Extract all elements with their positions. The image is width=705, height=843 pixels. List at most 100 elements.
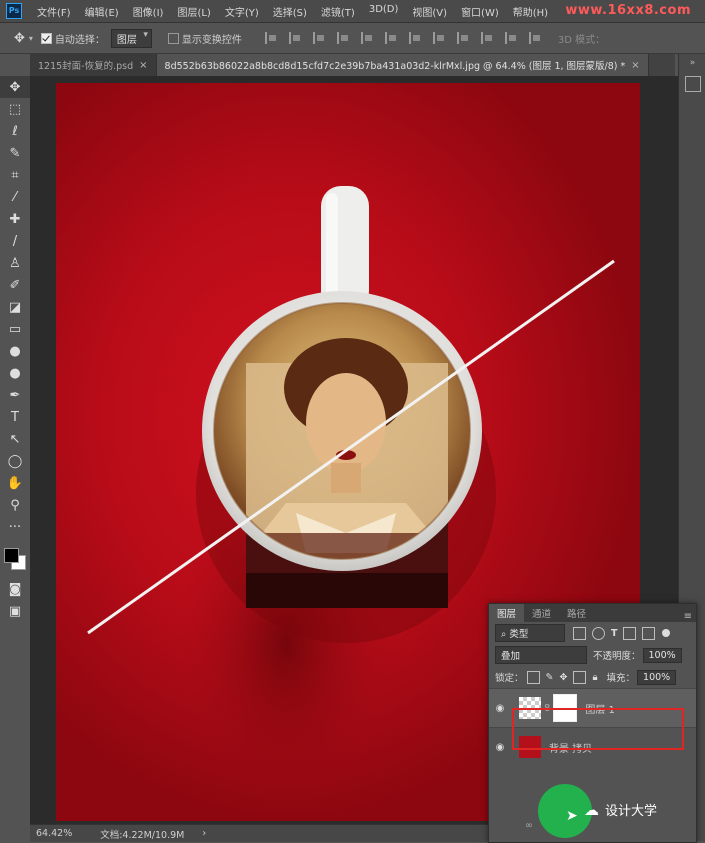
status-menu-arrow[interactable]: › xyxy=(202,828,206,839)
site-watermark: www.16xx8.com xyxy=(565,3,691,18)
menu-item[interactable]: 视图(V) xyxy=(405,4,454,19)
align-bottom-icon[interactable] xyxy=(312,32,327,44)
filter-pixel-icon[interactable] xyxy=(573,626,586,640)
tab-paths[interactable]: 路径 xyxy=(559,604,594,622)
distribute-top-icon[interactable] xyxy=(408,32,423,44)
menu-item[interactable]: 帮助(H) xyxy=(506,4,555,19)
menu-item[interactable]: 图像(I) xyxy=(126,4,171,19)
close-icon[interactable]: × xyxy=(631,60,639,71)
menu-items: 文件(F) 编辑(E) 图像(I) 图层(L) 文字(Y) 选择(S) 滤镜(T) 3D(D)… xyxy=(30,4,555,19)
history-panel-icon[interactable] xyxy=(685,76,701,92)
menu-item[interactable]: 窗口(W) xyxy=(454,4,506,19)
healing-tool-icon[interactable]: ✚ xyxy=(0,208,30,230)
lock-brush-icon[interactable]: ✎ xyxy=(546,672,554,683)
zoom-level[interactable]: 64.42% xyxy=(36,828,72,839)
blend-mode-dropdown[interactable]: 叠加 xyxy=(495,646,587,664)
collapse-icon[interactable]: » xyxy=(679,58,705,68)
history-brush-icon[interactable]: ✐ xyxy=(0,274,30,296)
tab-layers[interactable]: 图层 xyxy=(489,604,525,622)
link-layers-icon[interactable]: ∞ xyxy=(525,820,533,831)
tab-channels[interactable]: 通道 xyxy=(524,604,559,622)
menu-item[interactable]: 文字(Y) xyxy=(218,4,266,19)
show-transform-label: 显示变换控件 xyxy=(181,34,242,46)
align-vcenter-icon[interactable] xyxy=(288,32,303,44)
filter-smart-icon[interactable] xyxy=(642,626,656,640)
quick-select-tool-icon[interactable]: ✎ xyxy=(0,142,30,164)
show-transform-checkbox[interactable] xyxy=(167,32,179,44)
selected-layer-highlight xyxy=(512,708,684,750)
menu-item[interactable]: 滤镜(T) xyxy=(314,4,362,19)
lasso-tool-icon[interactable]: ℓ xyxy=(0,120,30,142)
path-select-tool-icon[interactable]: ↖ xyxy=(0,428,30,450)
eyedropper-tool-icon[interactable]: ⁄ xyxy=(0,186,30,208)
lock-all-icon[interactable]: 🔒︎ xyxy=(592,672,597,683)
visibility-eye-icon[interactable]: ◉ xyxy=(489,703,511,714)
photo-layer-strip xyxy=(246,573,448,608)
auto-select-label: 自动选择： xyxy=(54,34,105,46)
auto-select-checkbox[interactable] xyxy=(40,32,52,44)
more-tools-icon[interactable]: ··· xyxy=(0,516,30,538)
lock-position-icon[interactable]: ✥ xyxy=(559,672,567,683)
auto-select-dropdown[interactable]: 图层 xyxy=(110,28,152,48)
lock-artboard-icon[interactable] xyxy=(573,670,587,684)
close-icon[interactable]: × xyxy=(139,60,147,71)
document-size: 文档:4.22M/10.9M xyxy=(100,829,185,841)
align-buttons xyxy=(260,32,548,44)
distribute-bottom-icon[interactable] xyxy=(456,32,471,44)
dodge-tool-icon[interactable]: ● xyxy=(0,362,30,384)
panel-menu-icon[interactable]: ≡ xyxy=(684,611,692,622)
opacity-field[interactable]: 100% xyxy=(642,647,682,663)
visibility-eye-icon[interactable]: ◉ xyxy=(489,742,511,753)
gradient-tool-icon[interactable]: ▭ xyxy=(0,318,30,340)
eraser-tool-icon[interactable]: ◪ xyxy=(0,296,30,318)
tab-document-1[interactable]: 1215封面-恢复的.psd × xyxy=(30,54,157,76)
filter-type-icon[interactable]: T xyxy=(611,628,617,639)
fill-field[interactable]: 100% xyxy=(637,669,677,685)
mode-3d-label: 3D 模式： xyxy=(557,34,606,46)
quick-mask-icon[interactable]: ◙ xyxy=(0,578,30,600)
wechat-watermark-text: 设计大学 xyxy=(605,804,658,819)
move-tool-icon[interactable]: ✥ xyxy=(0,76,30,98)
blend-row: 叠加 不透明度： 100% xyxy=(489,644,696,666)
shape-tool-icon[interactable]: ◯ xyxy=(0,450,30,472)
layer-bottom-buttons: ∞ xyxy=(519,814,539,836)
lock-row: 锁定： ✎ ✥ 🔒︎ 填充： 100% xyxy=(489,666,696,688)
layers-panel-tabs: 图层 通道 路径 ≡ xyxy=(489,604,696,622)
filter-adjust-icon[interactable] xyxy=(592,626,605,640)
chevron-down-icon[interactable]: ▾ xyxy=(29,34,33,43)
marquee-tool-icon[interactable]: ⬚ xyxy=(0,98,30,120)
align-right-icon[interactable] xyxy=(384,32,399,44)
align-hcenter-icon[interactable] xyxy=(360,32,375,44)
menu-item[interactable]: 3D(D) xyxy=(362,4,406,19)
filter-toggle-icon[interactable] xyxy=(662,629,671,637)
move-tool-preset-icon[interactable]: ✥ xyxy=(14,31,25,46)
options-bar: ✥ ▾ 自动选择： 图层 显示变换控件 3D 模式： xyxy=(0,23,705,54)
distribute-left-icon[interactable] xyxy=(480,32,495,44)
layer-filter-dropdown[interactable]: ⌕ 类型 xyxy=(495,624,565,642)
brush-tool-icon[interactable]: / xyxy=(0,230,30,252)
crop-tool-icon[interactable]: ⌗ xyxy=(0,164,30,186)
hand-tool-icon[interactable]: ✋ xyxy=(0,472,30,494)
lock-label: 锁定： xyxy=(495,673,524,684)
wechat-icon: ☁ xyxy=(584,800,599,819)
menu-item[interactable]: 图层(L) xyxy=(170,4,217,19)
menu-item[interactable]: 选择(S) xyxy=(266,4,314,19)
screen-mode-icon[interactable]: ▣ xyxy=(0,600,30,622)
pen-tool-icon[interactable]: ✒ xyxy=(0,384,30,406)
filter-shape-icon[interactable] xyxy=(623,626,637,640)
menu-item[interactable]: 文件(F) xyxy=(30,4,78,19)
foreground-color-swatch[interactable] xyxy=(4,548,19,563)
distribute-right-icon[interactable] xyxy=(528,32,543,44)
menu-item[interactable]: 编辑(E) xyxy=(78,4,126,19)
distribute-hcenter-icon[interactable] xyxy=(504,32,519,44)
align-top-icon[interactable] xyxy=(264,32,279,44)
align-left-icon[interactable] xyxy=(336,32,351,44)
distribute-vcenter-icon[interactable] xyxy=(432,32,447,44)
lock-transparent-icon[interactable] xyxy=(526,670,540,684)
portrait-neck xyxy=(331,463,361,493)
tab-document-2[interactable]: 8d552b63b86022a8b8cd8d15cfd7c2e39b7ba431… xyxy=(156,54,649,76)
zoom-tool-icon[interactable]: ⚲ xyxy=(0,494,30,516)
stamp-tool-icon[interactable]: ♙ xyxy=(0,252,30,274)
type-tool-icon[interactable]: T xyxy=(0,406,30,428)
blur-tool-icon[interactable]: ● xyxy=(0,340,30,362)
